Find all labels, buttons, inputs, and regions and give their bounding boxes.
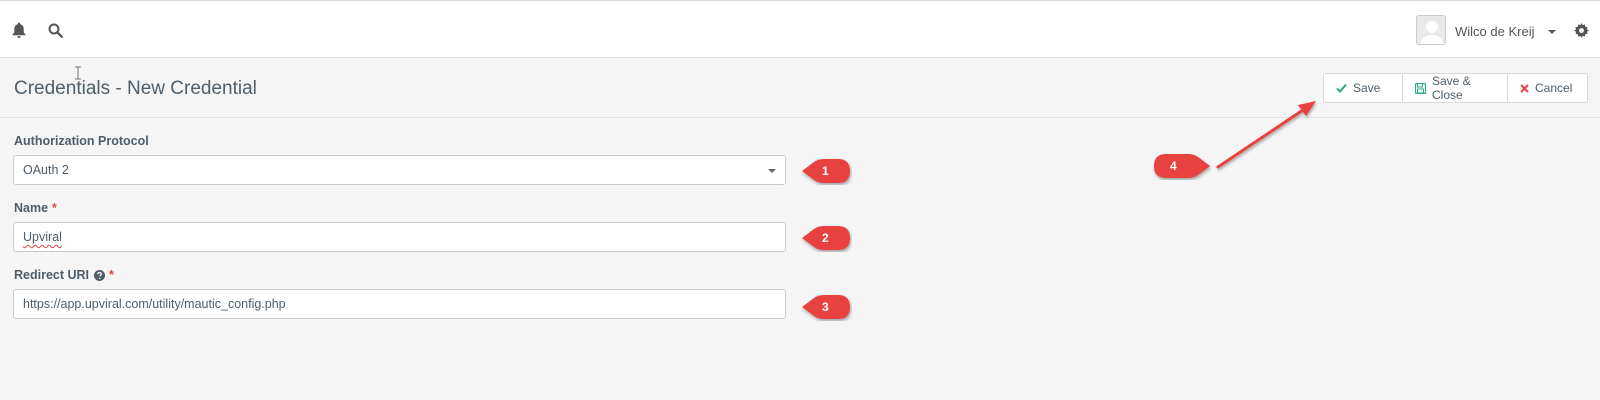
name-field-value: Upviral xyxy=(23,230,62,244)
name-label-text: Name xyxy=(14,201,49,215)
redirect-uri-label: Redirect URI * xyxy=(14,268,114,282)
protocol-select[interactable]: OAuth 2 xyxy=(13,155,786,185)
redirect-uri-field-value: https://app.upviral.com/utility/mautic_c… xyxy=(23,297,286,311)
save-button[interactable]: Save xyxy=(1324,74,1403,102)
annotation-callout-2: 2 xyxy=(800,224,852,252)
annotation-number: 1 xyxy=(822,164,829,178)
toolbar-button-group: Save Save & Close Cancel xyxy=(1323,73,1588,103)
text-cursor-icon xyxy=(74,66,82,83)
annotation-callout-3: 3 xyxy=(800,293,852,321)
avatar[interactable] xyxy=(1416,15,1446,45)
name-label: Name * xyxy=(14,201,57,215)
required-marker: * xyxy=(52,201,57,215)
annotation-arrow xyxy=(1216,101,1316,169)
user-menu-caret-icon[interactable] xyxy=(1548,30,1556,34)
protocol-label: Authorization Protocol xyxy=(14,134,149,148)
page-header: Credentials - New Credential Save Save &… xyxy=(0,58,1600,118)
page-title: Credentials - New Credential xyxy=(14,78,257,99)
save-close-button-label: Save & Close xyxy=(1432,74,1471,102)
question-circle-icon[interactable] xyxy=(94,269,106,281)
cancel-button[interactable]: Cancel xyxy=(1508,74,1587,102)
gear-icon[interactable] xyxy=(1570,19,1592,41)
required-marker: * xyxy=(109,268,114,282)
floppy-disk-icon xyxy=(1415,82,1426,94)
check-icon xyxy=(1336,83,1347,93)
top-navbar: Wilco de Kreij xyxy=(0,0,1600,58)
redirect-uri-field[interactable]: https://app.upviral.com/utility/mautic_c… xyxy=(13,289,786,319)
redirect-uri-label-text: Redirect URI xyxy=(14,268,90,282)
protocol-label-text: Authorization Protocol xyxy=(14,134,149,148)
annotation-number: 2 xyxy=(822,231,829,245)
annotation-callout-4: 4 xyxy=(1152,152,1210,180)
chevron-down-icon xyxy=(768,169,776,173)
cancel-button-label: Cancel xyxy=(1535,81,1573,95)
annotation-number: 3 xyxy=(822,300,829,314)
bell-icon[interactable] xyxy=(8,19,30,41)
user-menu-name[interactable]: Wilco de Kreij xyxy=(1455,24,1534,39)
annotation-number: 4 xyxy=(1170,159,1177,173)
save-button-label: Save xyxy=(1353,81,1381,95)
protocol-select-value: OAuth 2 xyxy=(23,163,69,177)
search-icon[interactable] xyxy=(44,19,66,41)
close-icon xyxy=(1520,83,1529,93)
name-field[interactable]: Upviral xyxy=(13,222,786,252)
annotation-callout-1: 1 xyxy=(800,157,852,185)
save-close-button[interactable]: Save & Close xyxy=(1403,74,1508,102)
